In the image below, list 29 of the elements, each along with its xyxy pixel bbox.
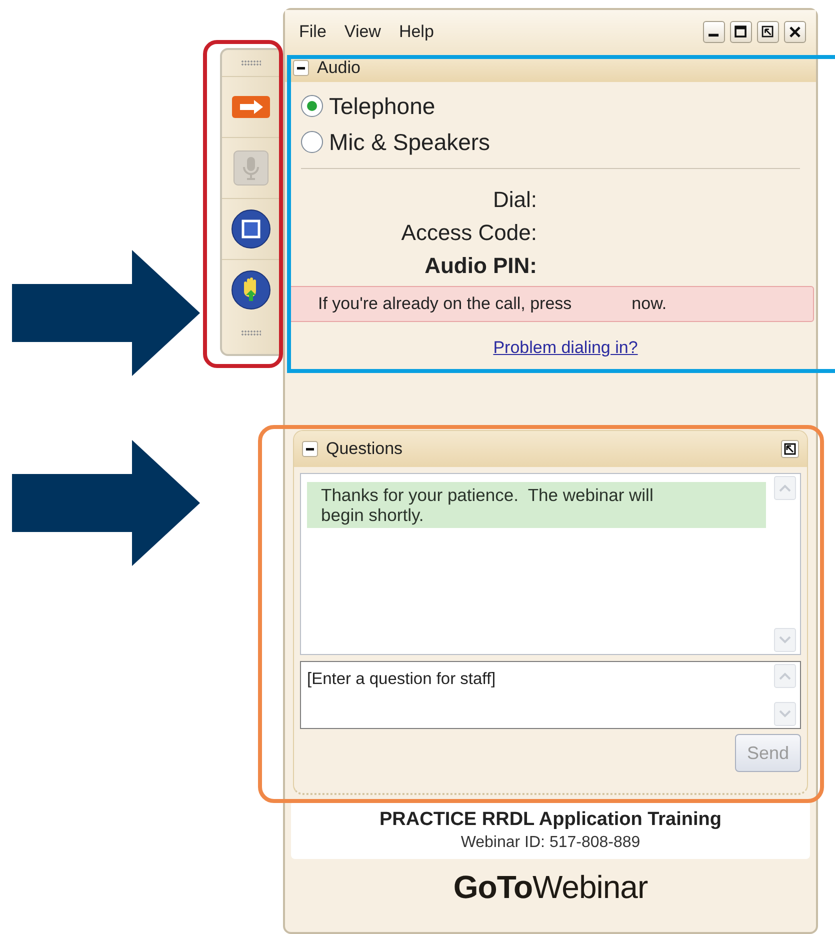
close-icon[interactable] — [784, 21, 806, 43]
notice-text: If you're already on the call, press — [318, 294, 572, 314]
menu-item[interactable]: Help — [398, 22, 434, 42]
screen-icon — [231, 209, 271, 249]
field-label: Access Code: — [400, 219, 537, 247]
collapse-icon[interactable] — [293, 60, 309, 76]
restore-icon[interactable] — [757, 21, 779, 43]
minimize-icon[interactable] — [703, 21, 725, 43]
grip-icon[interactable] — [241, 60, 261, 66]
field-label: Audio PIN: — [424, 252, 537, 280]
pop-out-icon[interactable] — [781, 440, 799, 458]
microphone-icon — [233, 150, 269, 186]
chat-message: Thanks for your patience. The webinar will begin shortly. — [307, 482, 766, 528]
menu-item[interactable]: File — [299, 22, 326, 42]
webinar-id: Webinar ID: 517-808-889 — [460, 834, 640, 852]
maximize-icon[interactable] — [730, 21, 752, 43]
notice-text: now. — [632, 294, 667, 314]
radio-option[interactable]: Mic & Speakers — [301, 124, 800, 160]
panel-title: Questions — [326, 439, 403, 459]
help-link[interactable]: Problem dialing in? — [493, 338, 638, 358]
raise-hand-icon — [231, 270, 271, 310]
radio-option[interactable]: Telephone — [301, 88, 800, 124]
grip-icon[interactable] — [241, 330, 261, 336]
field-label: Dial: — [492, 186, 537, 214]
menu-item[interactable]: View — [344, 22, 381, 42]
webinar-title: PRACTICE RRDL Application Training — [379, 808, 722, 830]
panel-title: Audio — [317, 58, 360, 78]
logo: GoToWebinar — [453, 869, 648, 906]
collapse-icon[interactable] — [302, 441, 318, 457]
